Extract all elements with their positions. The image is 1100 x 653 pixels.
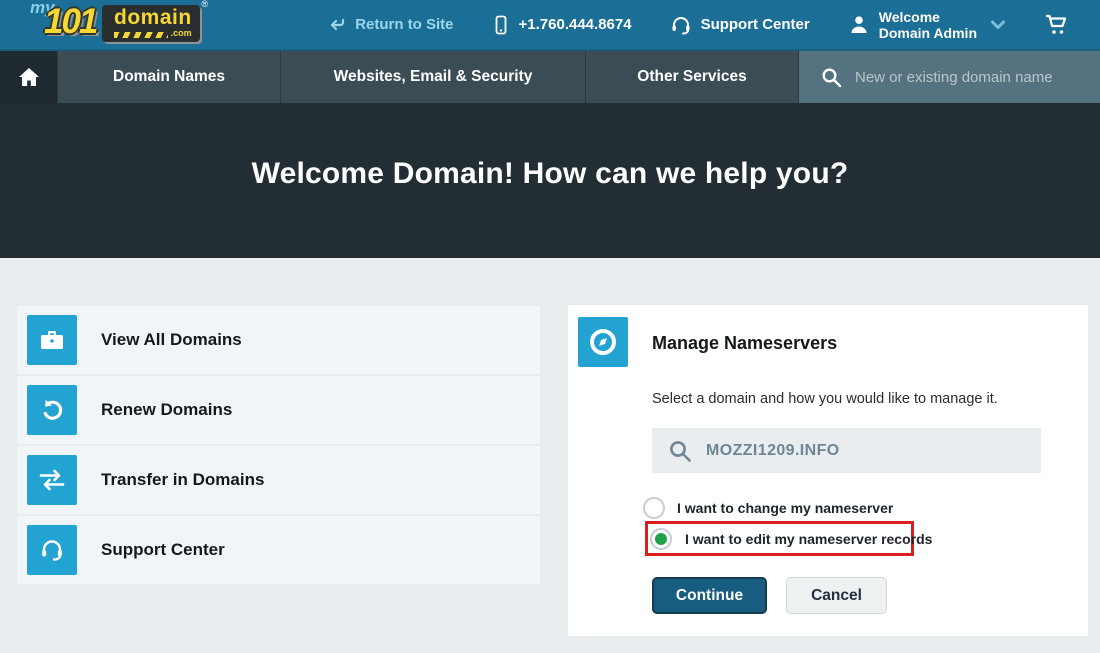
cancel-button[interactable]: Cancel xyxy=(786,577,887,614)
briefcase-icon xyxy=(27,315,77,365)
logo-box: domain .com xyxy=(102,5,200,42)
phone-icon xyxy=(492,15,510,35)
quicklink-label: Transfer in Domains xyxy=(101,470,264,490)
option-change-nameserver[interactable]: I want to change my nameserver xyxy=(643,497,893,519)
chevron-down-icon xyxy=(990,19,1006,31)
phone-link[interactable]: +1.760.444.8674 xyxy=(492,15,632,35)
manage-nameservers-panel: Manage Nameservers Select a domain and h… xyxy=(568,305,1088,636)
headset-icon xyxy=(670,15,692,35)
topbar: my 101 domain .com ® Return to Site xyxy=(0,0,1100,51)
logo[interactable]: my 101 domain .com ® xyxy=(14,1,214,48)
radio-label[interactable]: I want to edit my nameserver records xyxy=(685,531,932,547)
home-tab[interactable] xyxy=(0,51,57,103)
panel-title: Manage Nameservers xyxy=(652,333,837,354)
user-icon xyxy=(848,14,870,36)
continue-button[interactable]: Continue xyxy=(652,577,767,614)
quicklink-label: Renew Domains xyxy=(101,400,232,420)
phone-number: +1.760.444.8674 xyxy=(519,16,632,33)
quicklink-renew-domains[interactable]: Renew Domains xyxy=(17,376,540,444)
quicklink-transfer-in-domains[interactable]: Transfer in Domains xyxy=(17,446,540,514)
headset-icon xyxy=(27,525,77,575)
nav-item-other-services[interactable]: Other Services xyxy=(585,51,798,103)
logo-com: .com xyxy=(171,29,192,38)
domain-select-field[interactable]: MOZZI1209.INFO xyxy=(652,428,1041,473)
panel-subtitle: Select a domain and how you would like t… xyxy=(652,391,998,407)
quicklink-label: View All Domains xyxy=(101,330,242,350)
logo-101: 101 xyxy=(44,2,96,42)
quicklinks-list: View All Domains Renew Domains Transfer … xyxy=(17,306,540,586)
registered-mark: ® xyxy=(201,0,208,9)
radio-edit-nameserver-records[interactable] xyxy=(650,528,672,550)
navbar: Domain Names Websites, Email & Security … xyxy=(0,51,1100,103)
home-icon xyxy=(17,66,41,88)
user-welcome: Welcome xyxy=(879,9,940,25)
cart-icon xyxy=(1044,13,1070,37)
search-icon xyxy=(821,67,842,88)
domain-search-input[interactable] xyxy=(855,69,1075,86)
user-name: Domain Admin xyxy=(879,25,977,41)
quicklink-support-center[interactable]: Support Center xyxy=(17,516,540,584)
nav-item-websites-email-security[interactable]: Websites, Email & Security xyxy=(280,51,585,103)
hero-title: Welcome Domain! How can we help you? xyxy=(252,157,849,191)
cart-button[interactable] xyxy=(1044,13,1070,37)
red-highlight-box: I want to edit my nameserver records xyxy=(645,521,914,556)
radio-change-nameserver[interactable] xyxy=(643,497,665,519)
hero: Welcome Domain! How can we help you? xyxy=(0,103,1100,258)
radio-label[interactable]: I want to change my nameserver xyxy=(677,500,893,516)
nav-search xyxy=(798,51,1100,103)
support-label: Support Center xyxy=(701,16,810,33)
user-menu[interactable]: Welcome Domain Admin xyxy=(848,9,1006,41)
quicklink-label: Support Center xyxy=(101,540,225,560)
logo-stripes xyxy=(114,32,168,38)
return-icon xyxy=(328,16,346,34)
transfer-icon xyxy=(27,455,77,505)
domain-value: MOZZI1209.INFO xyxy=(706,442,840,460)
quicklink-view-all-domains[interactable]: View All Domains xyxy=(17,306,540,374)
renew-icon xyxy=(27,385,77,435)
magnifier-icon xyxy=(668,439,692,463)
compass-icon xyxy=(578,317,628,367)
nav-item-domain-names[interactable]: Domain Names xyxy=(57,51,280,103)
return-to-site-link[interactable]: Return to Site xyxy=(328,16,453,34)
logo-domain: domain xyxy=(114,7,192,28)
support-center-link[interactable]: Support Center xyxy=(670,15,810,35)
return-label: Return to Site xyxy=(355,16,453,33)
